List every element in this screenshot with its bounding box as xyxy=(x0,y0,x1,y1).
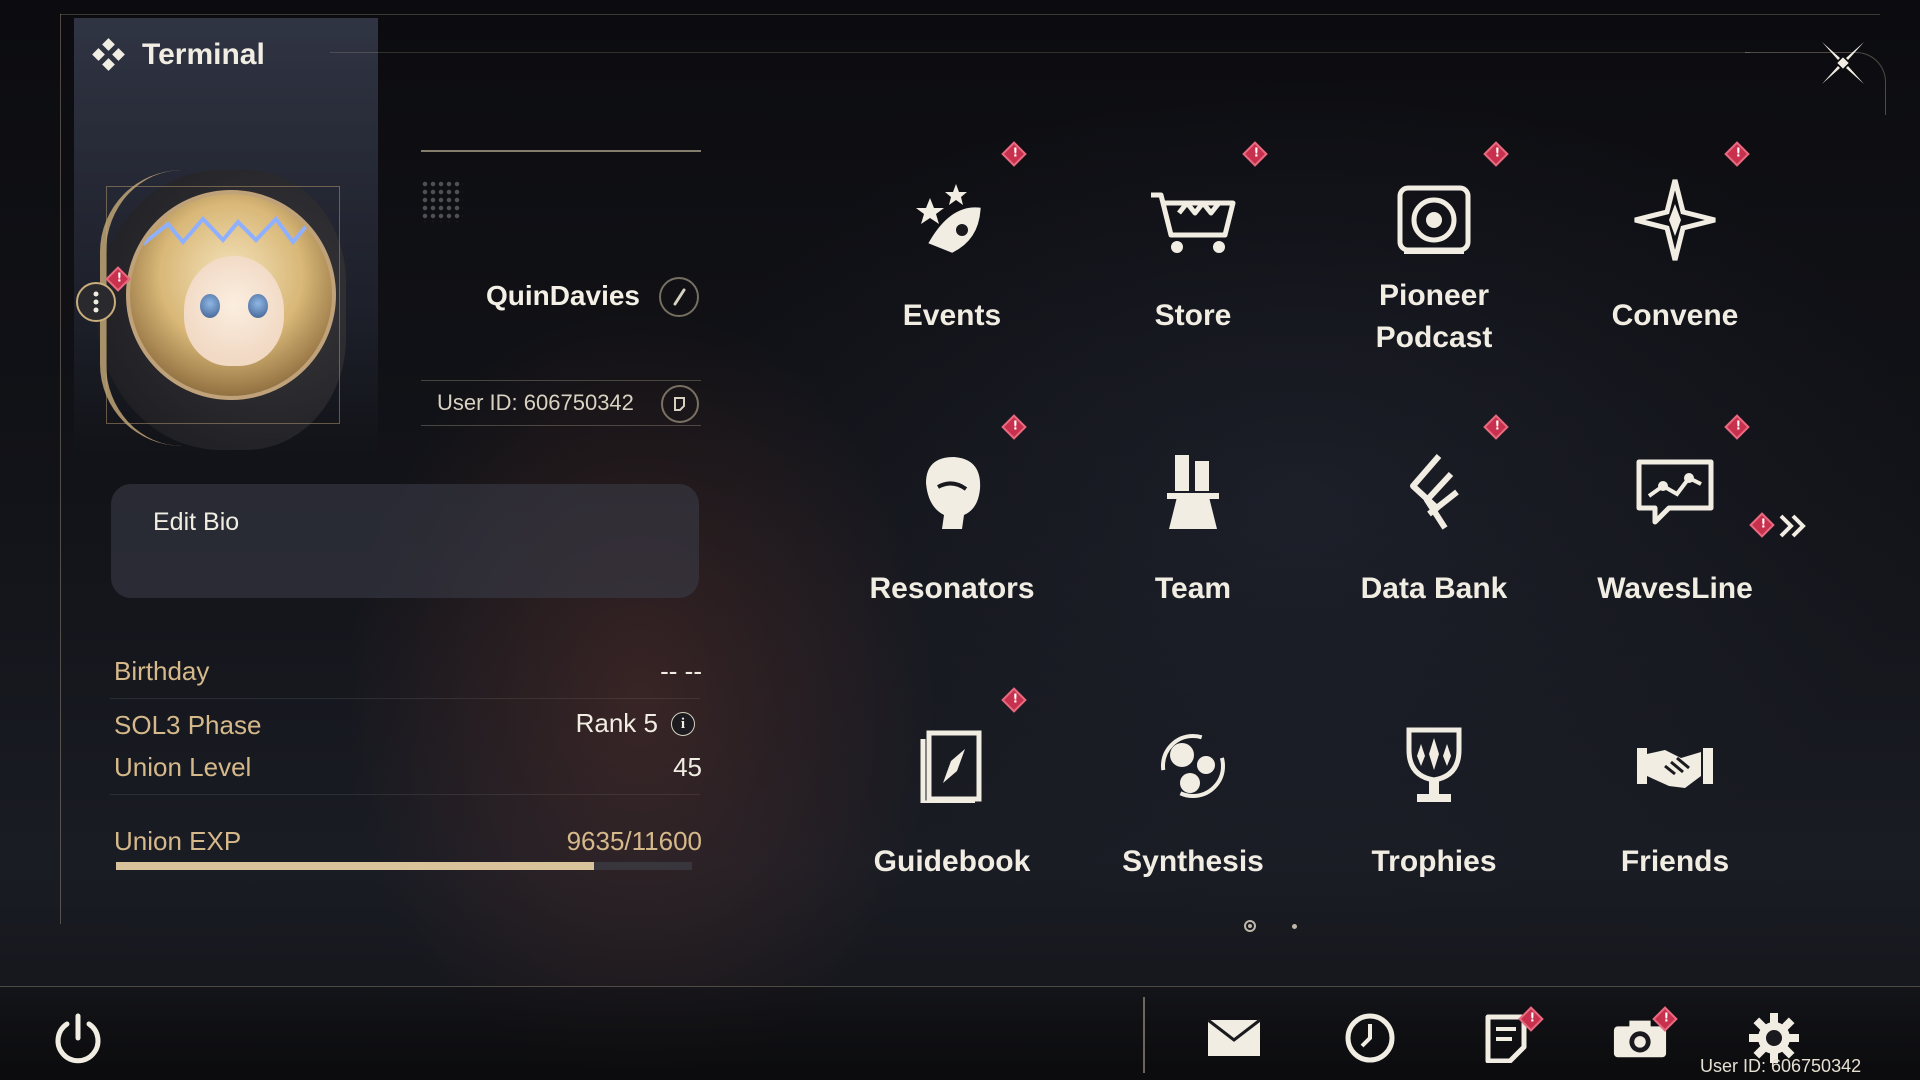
menu-data-bank[interactable]: Data Bank xyxy=(1314,414,1554,658)
menu-label: Store xyxy=(1154,299,1232,332)
union-exp-bar xyxy=(116,862,692,870)
avatar-menu-button[interactable] xyxy=(76,282,116,322)
stat-divider xyxy=(110,698,700,699)
menu-team[interactable]: Team xyxy=(1073,418,1313,658)
menu-label: WavesLine xyxy=(1597,572,1753,605)
notice-button[interactable] xyxy=(1478,1006,1544,1066)
info-icon[interactable]: i xyxy=(671,712,695,736)
stat-divider xyxy=(110,794,700,795)
menu-label: Pioneer Podcast xyxy=(1314,275,1554,359)
power-icon xyxy=(55,1013,101,1064)
menu-label: Events xyxy=(902,299,1002,332)
resonator-head-icon xyxy=(907,448,997,538)
power-button[interactable] xyxy=(50,1010,106,1066)
frame-top-line xyxy=(60,14,1880,15)
menu-label: Guidebook xyxy=(873,845,1031,878)
birthday-label: Birthday xyxy=(114,656,210,686)
edit-name-button[interactable] xyxy=(659,277,699,317)
menu-convene[interactable]: Convene xyxy=(1555,141,1795,385)
double-chevron-right-icon xyxy=(1779,514,1806,538)
menu-label-line-2: Podcast xyxy=(1375,321,1493,354)
trophy-icon xyxy=(1389,721,1479,811)
convene-star-icon xyxy=(1630,175,1720,265)
terminal-diamond-icon xyxy=(92,38,125,71)
more-vertical-icon xyxy=(93,291,99,313)
menu-friends[interactable]: Friends xyxy=(1555,691,1795,931)
name-divider xyxy=(421,150,701,152)
copy-user-id-button[interactable] xyxy=(661,385,699,423)
podcast-speaker-icon xyxy=(1389,175,1479,265)
close-icon xyxy=(1822,42,1864,84)
union-level-label: Union Level xyxy=(114,752,252,782)
edit-bio-field[interactable] xyxy=(111,484,699,598)
mail-icon xyxy=(1207,1018,1261,1056)
data-bank-icon xyxy=(1389,448,1479,538)
alert-badge xyxy=(1724,141,1750,167)
menu-label: Resonators xyxy=(869,572,1035,605)
edit-bio-label: Edit Bio xyxy=(153,508,240,536)
friends-handshake-icon xyxy=(1630,721,1720,811)
frame-header-line xyxy=(330,52,1750,53)
user-id: User ID: 606750342 xyxy=(437,390,634,415)
copy-icon xyxy=(674,397,685,411)
guidebook-compass-icon xyxy=(907,721,997,811)
bottom-bar-divider xyxy=(0,986,1920,987)
avatar[interactable] xyxy=(126,190,336,400)
menu-label: Trophies xyxy=(1371,845,1497,878)
avatar-face xyxy=(184,256,284,366)
menu-label-line-1: Pioneer xyxy=(1378,279,1490,312)
team-chess-icon xyxy=(1148,448,1238,538)
bottom-separator xyxy=(1143,997,1145,1073)
page-title: Terminal xyxy=(142,38,265,71)
avatar-eye-left xyxy=(200,294,220,318)
union-exp-bar-fill xyxy=(116,862,595,870)
alert-badge xyxy=(1242,141,1268,167)
alert-badge xyxy=(1483,414,1509,440)
page-indicator-active[interactable] xyxy=(1244,920,1256,932)
avatar-eye-right xyxy=(248,294,268,318)
clock-icon xyxy=(1345,1013,1395,1063)
alert-badge xyxy=(1001,141,1027,167)
sol3-phase-label: SOL3 Phase xyxy=(114,710,262,740)
menu-label: Friends xyxy=(1620,845,1730,878)
menu-resonators[interactable]: Resonators xyxy=(832,414,1072,658)
alert-badge xyxy=(1724,414,1750,440)
sol3-phase-value: Rank 5 xyxy=(575,708,658,738)
union-level-value: 45 xyxy=(673,752,702,782)
alert-badge xyxy=(1001,414,1027,440)
clock-button[interactable] xyxy=(1342,1010,1398,1066)
page-indicator[interactable] xyxy=(1292,924,1297,929)
footer-user-id: User ID: 606750342 xyxy=(1700,1056,1862,1076)
thorn-crown-icon xyxy=(141,215,328,246)
camera-button[interactable] xyxy=(1612,1006,1678,1066)
synthesis-orbs-icon xyxy=(1148,721,1238,811)
menu-guidebook[interactable]: Guidebook xyxy=(832,687,1072,931)
events-icon xyxy=(907,175,997,265)
pencil-icon xyxy=(673,288,686,306)
union-exp-value: 9635/11600 xyxy=(566,826,702,856)
alert-badge xyxy=(1001,687,1027,713)
store-cart-icon xyxy=(1148,175,1238,265)
mail-button[interactable] xyxy=(1206,1010,1262,1066)
menu-label: Data Bank xyxy=(1360,572,1508,605)
next-page-button[interactable] xyxy=(1749,506,1813,546)
frame-left-line xyxy=(60,14,61,924)
union-exp-label: Union EXP xyxy=(114,826,242,856)
alert-badge xyxy=(1483,141,1509,167)
menu-synthesis[interactable]: Synthesis xyxy=(1073,691,1313,931)
menu-label: Convene xyxy=(1611,299,1739,332)
menu-label: Synthesis xyxy=(1122,845,1264,878)
menu-trophies[interactable]: Trophies xyxy=(1314,691,1554,931)
dot-grid-decoration xyxy=(421,180,463,222)
menu-pioneer-podcast[interactable]: Pioneer Podcast xyxy=(1314,141,1554,385)
wavesline-chat-icon xyxy=(1630,448,1720,538)
close-button[interactable] xyxy=(1818,38,1868,88)
page-header: Terminal xyxy=(92,38,265,72)
menu-label: Team xyxy=(1154,572,1232,605)
birthday-value: -- -- xyxy=(660,656,702,686)
menu-store[interactable]: Store xyxy=(1073,141,1313,385)
username: QuinDavies xyxy=(485,280,640,311)
menu-events[interactable]: Events xyxy=(832,141,1072,385)
